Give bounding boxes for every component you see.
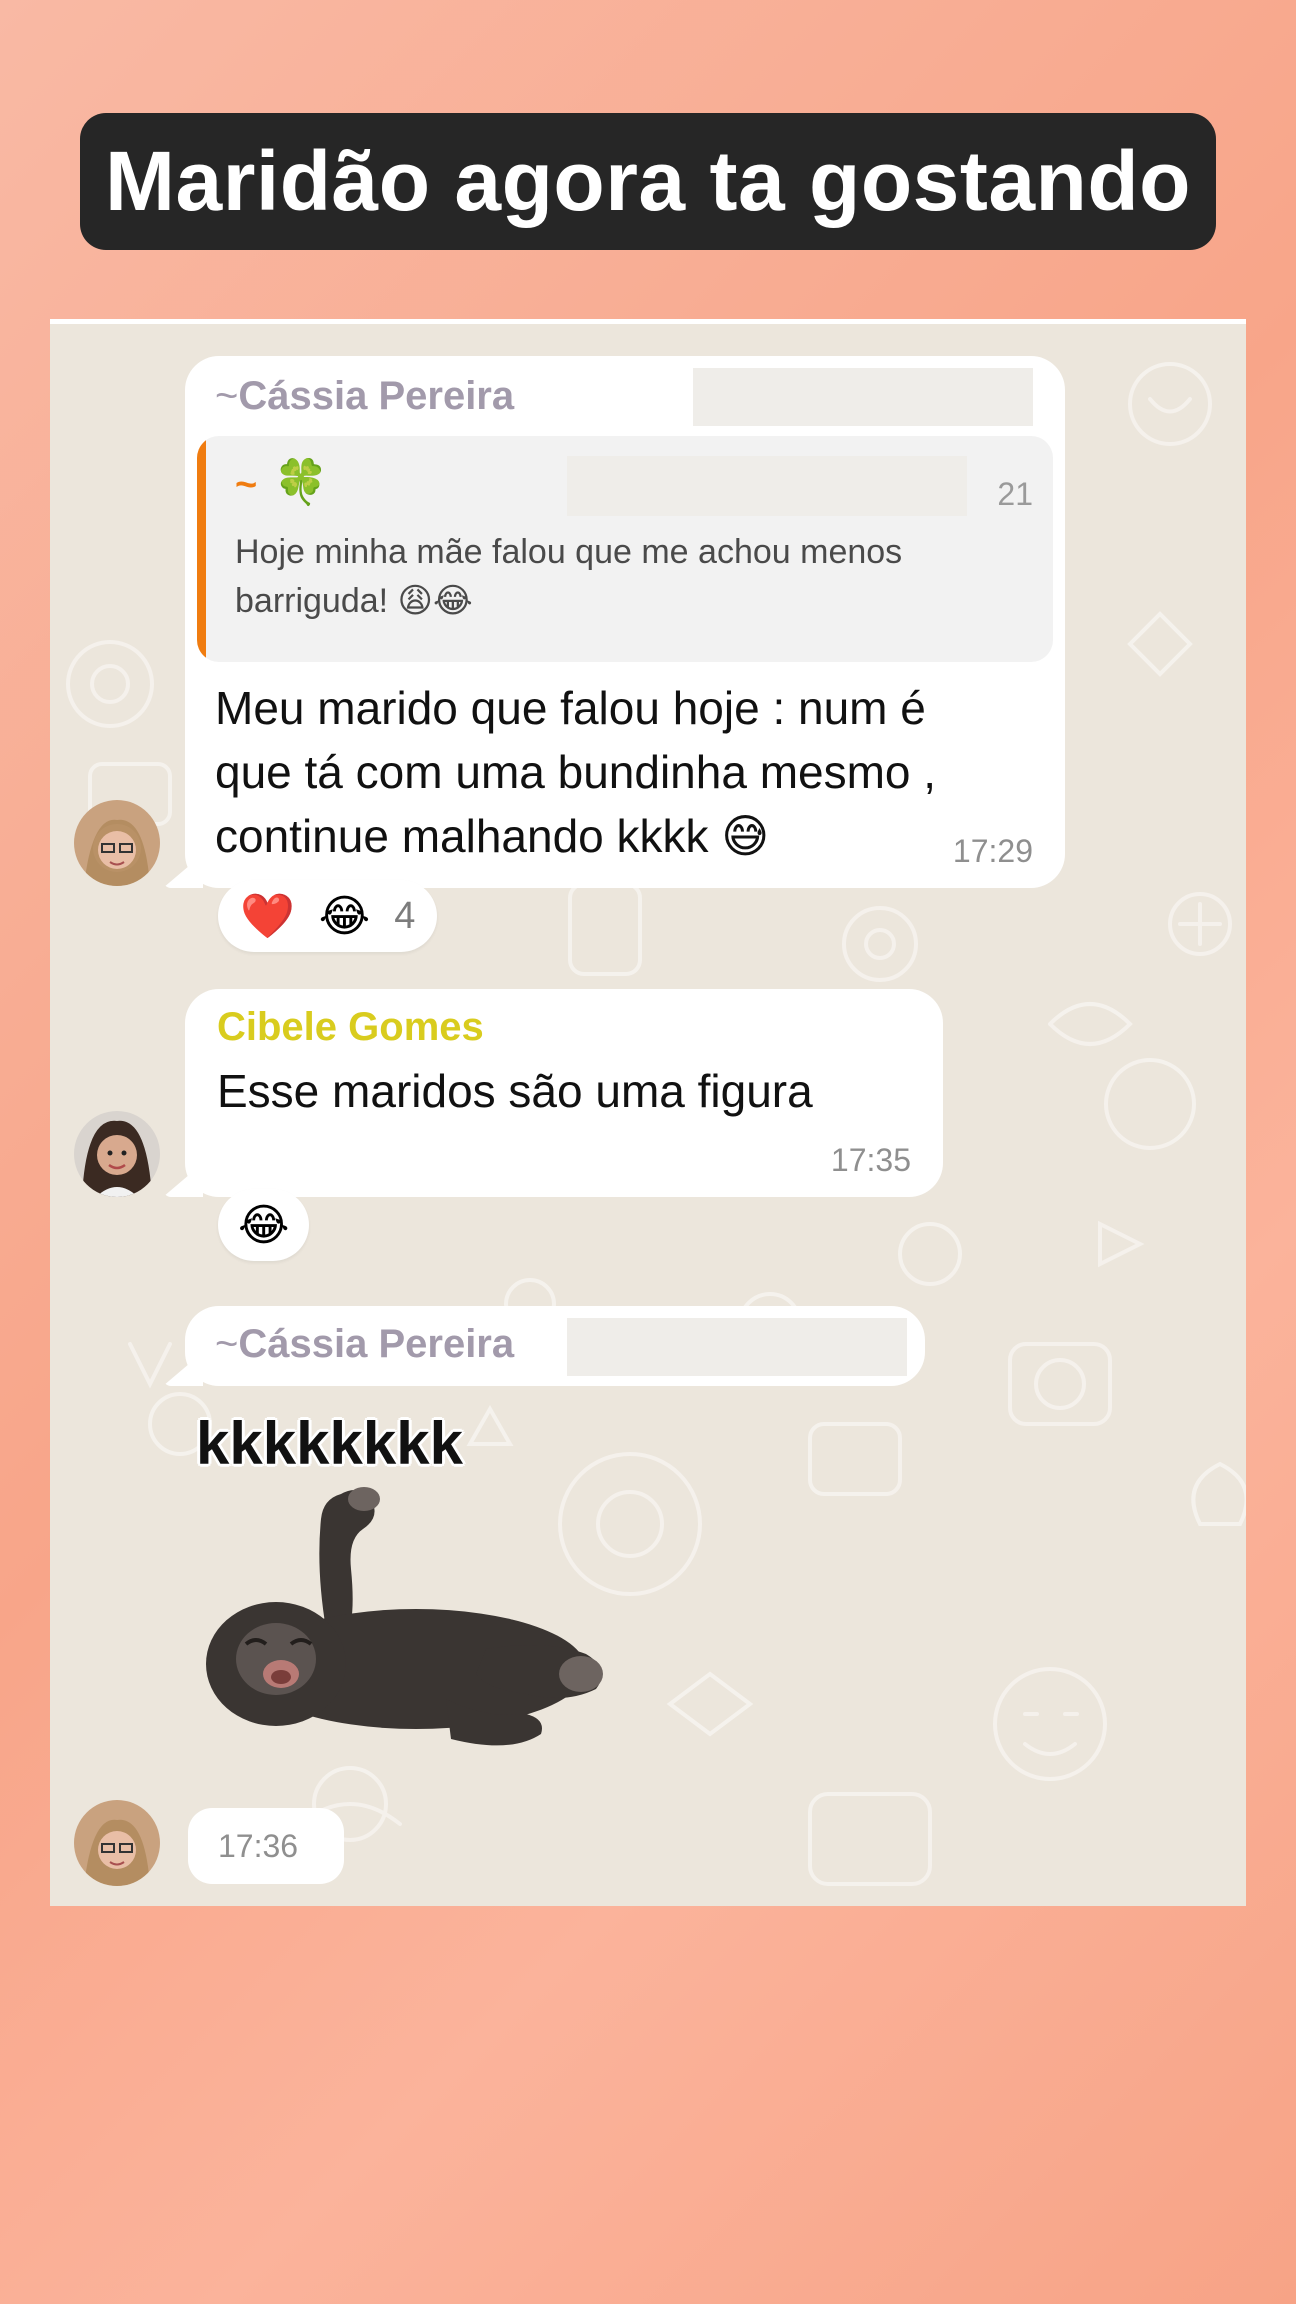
- avatar-cibele[interactable]: [74, 1111, 160, 1197]
- redacted-quoted-number: [567, 456, 967, 516]
- sender-header-bubble[interactable]: ~Cássia Pereira: [185, 1306, 925, 1386]
- message-bubble-cassia-1[interactable]: ~Cássia Pereira ~ 🍀 21 Hoje minha mãe fa…: [185, 356, 1065, 888]
- message-line: que tá com uma bundinha mesmo ,: [215, 746, 937, 798]
- story-title-caption: Maridão agora ta gostando: [80, 113, 1216, 250]
- reaction-bar[interactable]: ❤️ 😂 4: [218, 880, 438, 952]
- quoted-message[interactable]: ~ 🍀 21 Hoje minha mãe falou que me achou…: [197, 436, 1053, 662]
- sender-name[interactable]: ~Cássia Pereira: [215, 374, 514, 419]
- message-time: 17:36: [218, 1828, 299, 1864]
- message-time: 17:29: [952, 833, 1033, 869]
- quoted-time-fragment: 21: [997, 476, 1033, 512]
- message-line: continue malhando kkkk 😅: [215, 810, 770, 862]
- chimp-illustration-icon: [206, 1487, 603, 1746]
- four-leaf-clover-icon: 🍀: [273, 458, 329, 507]
- laughing-chimp-sticker[interactable]: kkkkkkkk: [186, 1409, 646, 1769]
- sender-name[interactable]: ~Cássia Pereira: [215, 1322, 514, 1367]
- sticker-time-bubble: 17:36: [188, 1808, 344, 1884]
- reaction-count: 4: [394, 894, 416, 937]
- avatar-cassia[interactable]: [74, 800, 160, 886]
- quoted-text: Hoje minha mãe falou que me achou menos …: [235, 533, 903, 620]
- redacted-phone-number: [567, 1318, 907, 1376]
- message-line: Meu marido que falou hoje : num é: [215, 682, 926, 734]
- message-bubble-cibele[interactable]: Cibele Gomes Esse maridos são uma figura…: [185, 989, 943, 1197]
- message-text: Meu marido que falou hoje : num é que tá…: [215, 676, 936, 868]
- reaction-bar[interactable]: 😂: [218, 1189, 310, 1261]
- sender-label: Cássia Pereira: [238, 1322, 515, 1366]
- chat-screenshot: ~Cássia Pereira ~ 🍀 21 Hoje minha mãe fa…: [50, 319, 1246, 1906]
- message-time: 17:35: [830, 1142, 911, 1178]
- sender-prefix: ~: [215, 374, 239, 418]
- sender-prefix: ~: [215, 1322, 239, 1366]
- avatar-cassia[interactable]: [74, 1800, 160, 1886]
- heart-reaction-icon: ❤️: [240, 892, 295, 941]
- quoted-sender: ~ 🍀: [235, 458, 329, 507]
- laughing-reaction-icon: 😂: [238, 1200, 290, 1250]
- message-text: Esse maridos são uma figura: [217, 1065, 813, 1117]
- laughing-reaction-icon: 😂: [318, 891, 371, 941]
- sender-name[interactable]: Cibele Gomes: [217, 1005, 484, 1050]
- redacted-phone-number: [693, 368, 1033, 426]
- sender-label: Cássia Pereira: [238, 374, 515, 418]
- sticker-caption: kkkkkkkk: [196, 1410, 463, 1477]
- quote-accent-bar: [197, 436, 206, 662]
